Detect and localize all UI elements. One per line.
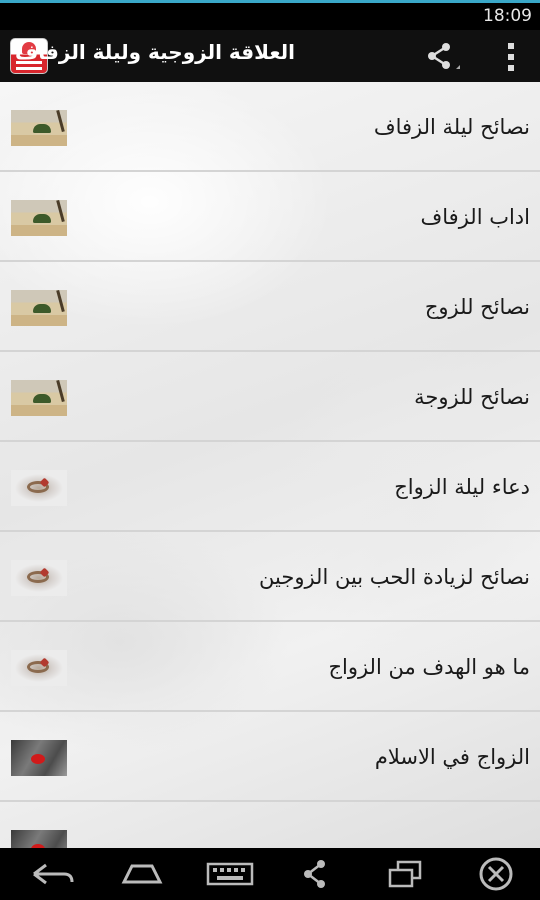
list-item[interactable]: نصائح لزيادة الحب بين الزوجين [0, 532, 540, 622]
ring-thumbnail-icon [11, 560, 67, 596]
status-bar: 18:09 [0, 0, 540, 30]
list-item[interactable]: ما هو الهدف من الزواج [0, 622, 540, 712]
list-item[interactable]: نصائح ليلة الزفاف [0, 82, 540, 172]
list-item[interactable]: نصائح للزوجة [0, 352, 540, 442]
list-item-partial[interactable] [0, 802, 540, 848]
list-item[interactable]: الزواج في الاسلام [0, 712, 540, 802]
beach-thumbnail-icon [11, 290, 67, 326]
list-item-label: دعاء ليلة الزواج [394, 475, 530, 499]
list-item-label: اداب الزفاف [420, 205, 531, 229]
overflow-menu-icon[interactable] [496, 40, 526, 74]
ring-thumbnail-icon [11, 470, 67, 506]
status-time: 18:09 [483, 6, 532, 26]
navigation-bar [0, 848, 540, 900]
list-item-label: نصائح ليلة الزفاف [373, 115, 530, 139]
beach-thumbnail-icon [11, 200, 67, 236]
close-icon[interactable] [468, 854, 524, 894]
list-item-label: الزواج في الاسلام [374, 745, 530, 769]
keyboard-icon[interactable] [202, 854, 258, 894]
action-bar: العلاقة الزوجية وليلة الزفاف [0, 30, 540, 82]
recent-apps-icon[interactable] [378, 854, 434, 894]
rose-thumbnail-icon [11, 740, 67, 776]
ring-thumbnail-icon [11, 650, 67, 686]
list-item-label: ما هو الهدف من الزواج [328, 655, 530, 679]
beach-thumbnail-icon [11, 380, 67, 416]
beach-thumbnail-icon [11, 110, 67, 146]
list-item[interactable]: نصائح للزوج [0, 262, 540, 352]
list-item-label: نصائح لزيادة الحب بين الزوجين [259, 565, 530, 589]
list-item[interactable]: اداب الزفاف [0, 172, 540, 262]
topic-list[interactable]: نصائح ليلة الزفاف اداب الزفاف نصائح للزو… [0, 82, 540, 848]
share-icon[interactable] [422, 41, 462, 73]
app-title: العلاقة الزوجية وليلة الزفاف [15, 40, 295, 64]
list-item-label: نصائح للزوج [424, 295, 530, 319]
home-icon[interactable] [114, 854, 170, 894]
list-item[interactable]: دعاء ليلة الزواج [0, 442, 540, 532]
rose-thumbnail-icon [11, 830, 67, 848]
list-item-label: نصائح للزوجة [414, 385, 530, 409]
share-icon[interactable] [288, 854, 344, 894]
back-icon[interactable] [24, 854, 80, 894]
